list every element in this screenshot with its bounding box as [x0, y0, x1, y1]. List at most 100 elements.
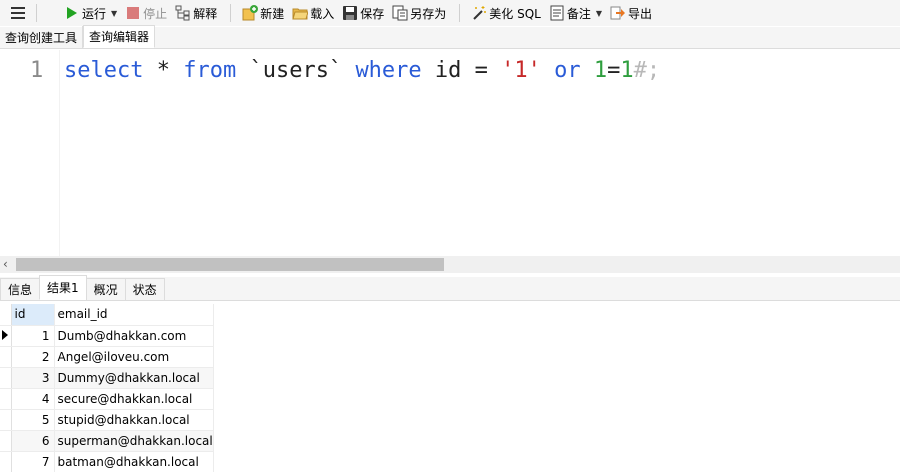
load-button[interactable]: 载入	[289, 2, 337, 24]
save-as-label: 另存为	[410, 6, 447, 21]
explain-icon	[175, 5, 191, 21]
result-grid: id email_id 1 Dumb@dhakkan.com 2 Angel@i…	[0, 302, 900, 472]
sql-number-literal: 1	[620, 58, 634, 83]
toolbar-divider	[459, 4, 461, 22]
table-header-row: id email_id	[0, 304, 214, 326]
stop-label: 停止	[143, 6, 168, 21]
cell-id[interactable]: 2	[11, 346, 55, 368]
sql-string-literal: '1'	[501, 58, 541, 83]
run-button[interactable]: 运行 ▼	[61, 2, 120, 24]
save-as-icon	[392, 5, 408, 21]
run-label: 运行	[82, 6, 107, 21]
sql-condition: id =	[421, 58, 502, 83]
cell-id[interactable]: 1	[11, 325, 55, 347]
row-indicator	[0, 409, 12, 431]
save-as-button[interactable]: 另存为	[389, 2, 449, 24]
export-icon	[610, 5, 626, 21]
beautify-sql-button[interactable]: 美化 SQL	[468, 2, 544, 24]
sql-comment: #;	[633, 58, 661, 83]
stop-icon	[125, 5, 141, 21]
tab-query-editor[interactable]: 查询编辑器	[83, 25, 156, 48]
row-indicator	[0, 388, 12, 410]
table-row[interactable]: 1 Dumb@dhakkan.com	[0, 325, 214, 347]
row-indicator	[0, 367, 12, 389]
current-row-arrow-icon	[2, 329, 8, 340]
tab-info[interactable]: 信息	[0, 278, 41, 300]
editor-horizontal-scrollbar[interactable]: ‹	[0, 256, 900, 273]
sql-space	[581, 58, 594, 83]
run-dropdown-icon[interactable]: ▼	[111, 9, 117, 18]
table-row[interactable]: 3 Dummy@dhakkan.local	[0, 367, 214, 389]
row-indicator-header	[0, 304, 12, 326]
line-number: 1	[30, 58, 44, 83]
save-button[interactable]: 保存	[339, 2, 387, 24]
tab-result1[interactable]: 结果1	[39, 275, 87, 300]
cell-email[interactable]: Angel@iloveu.com	[54, 346, 214, 368]
sql-keyword-select: select	[64, 58, 144, 83]
folder-icon	[292, 5, 309, 21]
cell-email[interactable]: secure@dhakkan.local	[54, 388, 214, 410]
sql-keyword-or: or	[554, 58, 581, 83]
cell-id[interactable]: 5	[11, 409, 55, 431]
row-indicator	[0, 430, 12, 452]
row-indicator	[0, 346, 12, 368]
menu-button[interactable]	[0, 0, 36, 26]
cell-email[interactable]: Dumb@dhakkan.com	[54, 325, 214, 347]
cell-id[interactable]: 3	[11, 367, 55, 389]
new-query-icon	[242, 5, 259, 21]
scroll-left-icon[interactable]: ‹	[3, 256, 8, 273]
hamburger-icon	[11, 7, 25, 19]
tab-status[interactable]: 状态	[124, 278, 165, 300]
comment-dropdown-icon[interactable]: ▼	[596, 9, 602, 18]
export-button[interactable]: 导出	[607, 2, 655, 24]
new-button[interactable]: 新建	[239, 2, 287, 24]
note-icon	[549, 5, 565, 21]
table-row[interactable]: 5 stupid@dhakkan.local	[0, 409, 214, 431]
toolbar-divider	[230, 4, 232, 22]
table-row[interactable]: 6 superman@dhakkan.local	[0, 430, 214, 452]
table-row[interactable]: 7 batman@dhakkan.local	[0, 451, 214, 472]
cell-id[interactable]: 7	[11, 451, 55, 472]
sql-token-star: *	[143, 58, 184, 83]
table-row[interactable]: 2 Angel@iloveu.com	[0, 346, 214, 368]
cell-id[interactable]: 6	[11, 430, 55, 452]
sql-number-literal: 1	[593, 58, 608, 83]
stop-button[interactable]: 停止	[122, 2, 170, 24]
save-icon	[342, 5, 358, 21]
result-table: id email_id 1 Dumb@dhakkan.com 2 Angel@i…	[0, 304, 214, 472]
save-label: 保存	[360, 6, 385, 21]
scrollbar-thumb[interactable]	[16, 258, 444, 271]
comment-label: 备注	[566, 6, 591, 21]
explain-button[interactable]: 解释	[172, 2, 220, 24]
export-label: 导出	[628, 6, 653, 21]
tab-query-builder[interactable]: 查询创建工具	[0, 26, 84, 48]
sql-editor[interactable]: 1 select * from `users` where id = '1' o…	[0, 50, 900, 256]
cell-email[interactable]: stupid@dhakkan.local	[54, 409, 214, 431]
explain-label: 解释	[193, 6, 218, 21]
play-icon	[64, 5, 80, 21]
result-tab-bar: 信息 结果1 概况 状态	[0, 275, 900, 301]
beautify-sql-label: 美化 SQL	[489, 6, 541, 21]
sql-space	[541, 58, 554, 83]
table-row[interactable]: 4 secure@dhakkan.local	[0, 388, 214, 410]
column-header-email-id[interactable]: email_id	[54, 304, 214, 326]
new-label: 新建	[260, 6, 285, 21]
row-indicator	[0, 451, 12, 472]
cell-email[interactable]: superman@dhakkan.local	[54, 430, 214, 452]
tab-profile[interactable]: 概况	[85, 278, 126, 300]
comment-button[interactable]: 备注 ▼	[546, 2, 605, 24]
magic-wand-icon	[471, 5, 487, 21]
sql-code-line[interactable]: select * from `users` where id = '1' or …	[64, 58, 660, 84]
cell-id[interactable]: 4	[11, 388, 55, 410]
toolbar: 运行 ▼ 停止 解释 新建 载入 保存 另存为 美化 SQL 备注 ▼ 导出	[0, 0, 900, 26]
column-header-id[interactable]: id	[11, 304, 55, 326]
cell-email[interactable]: batman@dhakkan.local	[54, 451, 214, 472]
sql-keyword-where: where	[355, 58, 422, 83]
query-tab-bar: 查询创建工具 查询编辑器	[0, 25, 900, 49]
sql-table-name: `users`	[236, 58, 356, 83]
row-indicator	[0, 325, 12, 347]
cell-email[interactable]: Dummy@dhakkan.local	[54, 367, 214, 389]
toolbar-divider	[36, 4, 37, 22]
sql-keyword-from: from	[183, 58, 237, 83]
load-label: 载入	[310, 6, 335, 21]
